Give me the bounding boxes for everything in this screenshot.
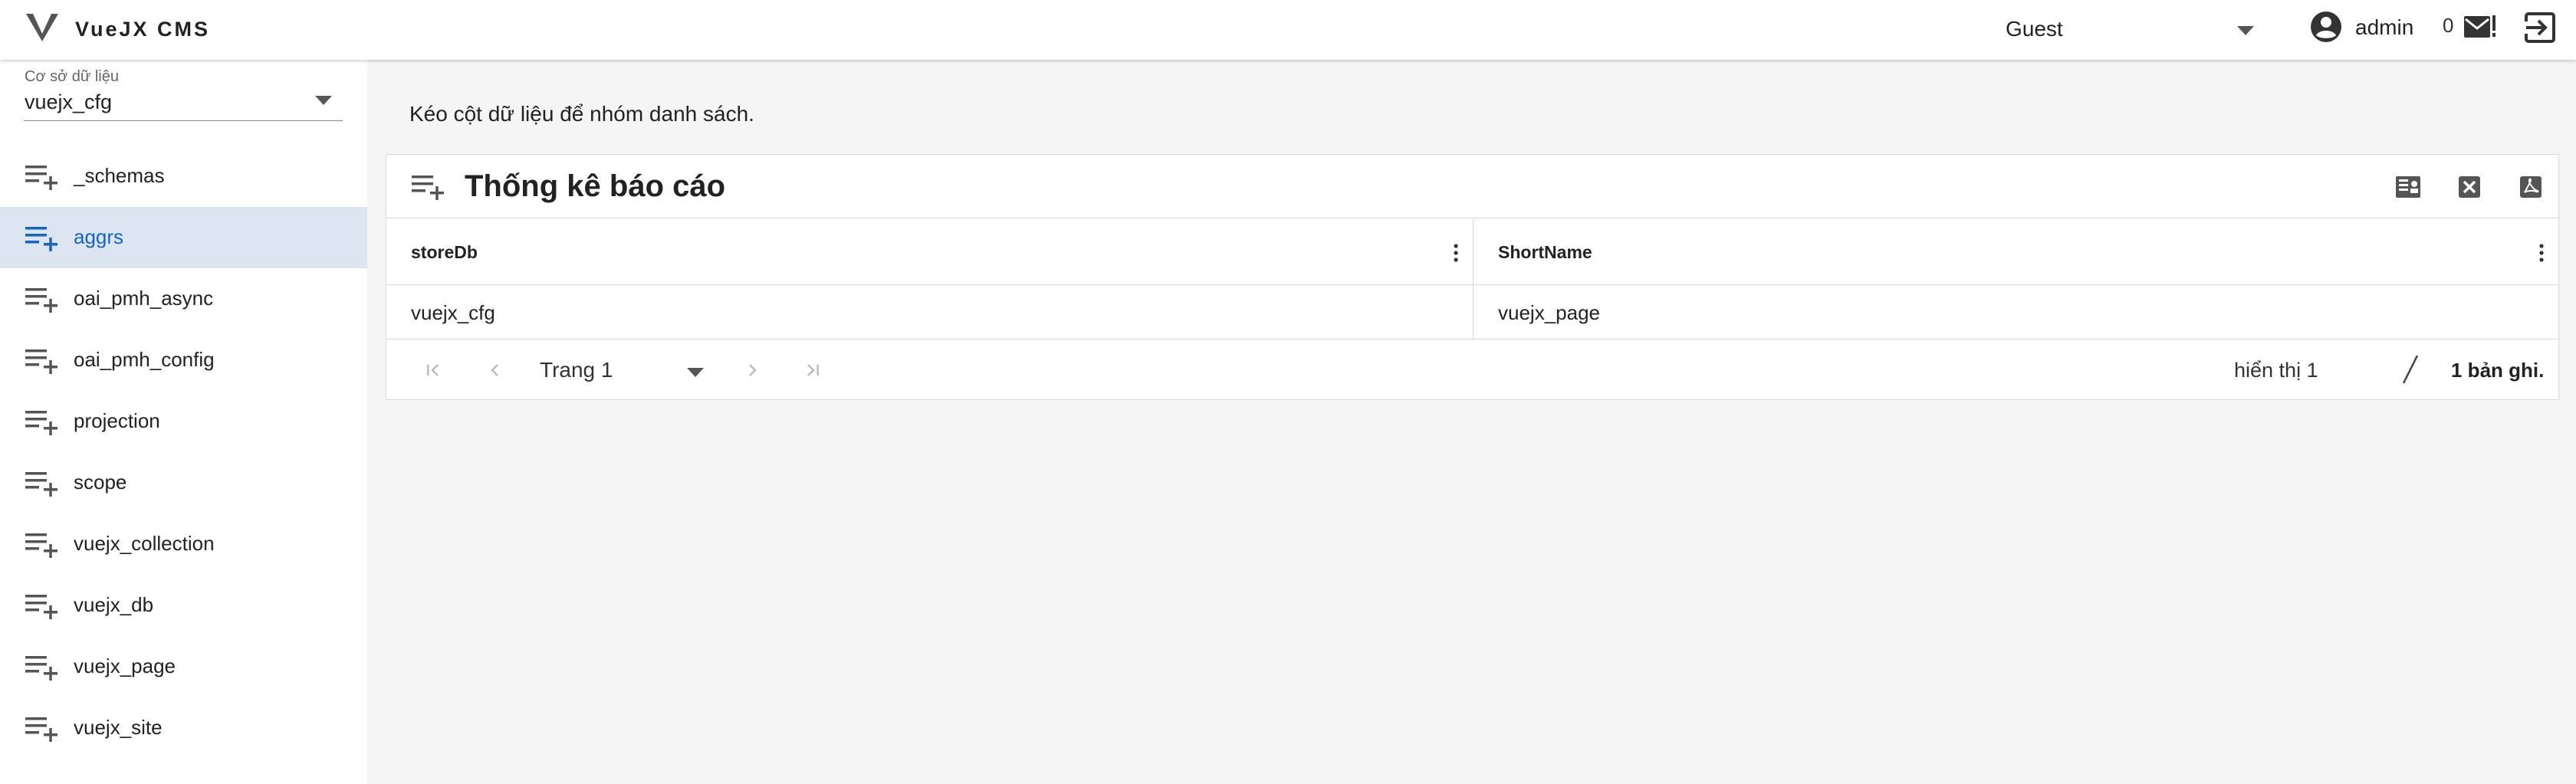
mail-count-badge: 0 [2443, 14, 2454, 37]
sidebar-item-oai-pmh-config[interactable]: oai_pmh_config [0, 330, 367, 391]
app-title[interactable]: VueJX CMS [75, 15, 210, 43]
sidebar-item-vuejx-site[interactable]: vuejx_site [0, 697, 367, 759]
sidebar-item-label: vuejx_page [74, 654, 176, 677]
role-select[interactable]: Guest [1998, 11, 2268, 48]
card-title: Thống kê báo cáo [465, 169, 726, 203]
sidebar-item-label: oai_pmh_async [74, 287, 214, 310]
page-last-icon[interactable] [799, 357, 825, 383]
playlist-add-icon [25, 411, 58, 435]
sidebar-item-oai-pmh-async[interactable]: oai_pmh_async [0, 268, 367, 330]
sidebar-item-aggrs[interactable]: aggrs [0, 207, 367, 268]
playlist-add-icon [25, 349, 58, 374]
page-first-icon[interactable] [421, 357, 447, 383]
sidebar-item-vuejx-db[interactable]: vuejx_db [0, 575, 367, 636]
playlist-add-icon [25, 472, 58, 497]
sidebar-item-vuejx-collection[interactable]: vuejx_collection [0, 513, 367, 575]
playlist-add-icon [25, 288, 58, 313]
sidebar-item-label: scope [74, 471, 127, 494]
sidebar-item-label: vuejx_db [74, 593, 154, 616]
database-select-value: vuejx_cfg [25, 90, 113, 113]
group-by-hint[interactable]: Kéo cột dữ liệu để nhóm danh sách. [409, 100, 754, 128]
table-cell: vuejx_cfg [386, 286, 1473, 340]
table-cell: vuejx_page [1474, 286, 2558, 340]
playlist-add-icon [412, 175, 444, 200]
database-select[interactable]: Cơ sở dữ liệu vuejx_cfg [24, 67, 343, 121]
report-table-card: Thống kê báo cáo storeDb ShortName vuejx… [386, 154, 2559, 400]
pdf-icon[interactable] [2515, 172, 2546, 202]
chevron-left-icon[interactable] [482, 357, 508, 383]
chevron-right-icon[interactable] [739, 357, 765, 383]
playlist-add-icon [25, 166, 58, 190]
playlist-add-icon [25, 227, 58, 251]
user-name[interactable]: admin [2355, 14, 2413, 41]
cell-value: vuejx_cfg [411, 301, 495, 324]
showing-count: hiển thị 1 [2234, 359, 2318, 382]
page-select[interactable]: Trang 1 [537, 353, 713, 388]
pagination: Trang 1 hiển thị 1 1 bản ghi. [386, 340, 2558, 400]
chevron-down-icon [687, 368, 704, 377]
logo-icon[interactable] [26, 14, 58, 41]
sidebar-item-vuejx-page[interactable]: vuejx_page [0, 636, 367, 697]
chevron-down-icon [2237, 26, 2254, 35]
logout-icon[interactable] [2522, 11, 2556, 44]
sidebar-item-label: vuejx_site [74, 716, 163, 739]
table-row[interactable]: vuejx_cfg vuejx_page [386, 286, 2558, 340]
collection-list: _schemas aggrs oai_pmh_async oai_pmh_con… [0, 146, 367, 759]
sidebar-item-schemas[interactable]: _schemas [0, 146, 367, 207]
print-icon[interactable] [2393, 172, 2423, 202]
page-select-value: Trang 1 [540, 358, 613, 382]
dots-vertical-icon[interactable] [1447, 242, 1465, 264]
sidebar-item-label: aggrs [74, 225, 124, 248]
total-records: 1 bản ghi. [2451, 359, 2545, 382]
sidebar-item-label: projection [74, 409, 160, 432]
role-select-value: Guest [2006, 17, 2063, 41]
sidebar-item-label: _schemas [74, 164, 165, 187]
column-header-label: storeDb [411, 242, 478, 262]
account-circle-icon[interactable] [2309, 10, 2343, 44]
playlist-add-icon [25, 533, 58, 558]
column-header-label: ShortName [1498, 242, 1592, 262]
excel-icon[interactable] [2454, 172, 2485, 202]
sidebar-item-scope[interactable]: scope [0, 452, 367, 513]
card-header: Thống kê báo cáo [386, 155, 2558, 218]
chevron-down-icon [315, 96, 332, 105]
divider-slash [2402, 355, 2419, 384]
column-header-storedb[interactable]: storeDb [386, 219, 1473, 285]
dots-vertical-icon[interactable] [2532, 242, 2551, 264]
sidebar-item-projection[interactable]: projection [0, 391, 367, 452]
mail-alert-icon[interactable] [2463, 11, 2498, 42]
app-bar: VueJX CMS Guest admin 0 [0, 0, 2576, 60]
sidebar-item-label: oai_pmh_config [74, 348, 215, 371]
select-underline [24, 120, 343, 121]
column-header-shortname[interactable]: ShortName [1474, 219, 2558, 285]
playlist-add-icon [25, 656, 58, 681]
sidebar: Cơ sở dữ liệu vuejx_cfg _schemas aggrs o… [0, 60, 367, 784]
playlist-add-icon [25, 717, 58, 742]
playlist-add-icon [25, 595, 58, 619]
database-select-label: Cơ sở dữ liệu [25, 68, 119, 85]
sidebar-item-label: vuejx_collection [74, 532, 215, 555]
cell-value: vuejx_page [1498, 301, 1600, 324]
